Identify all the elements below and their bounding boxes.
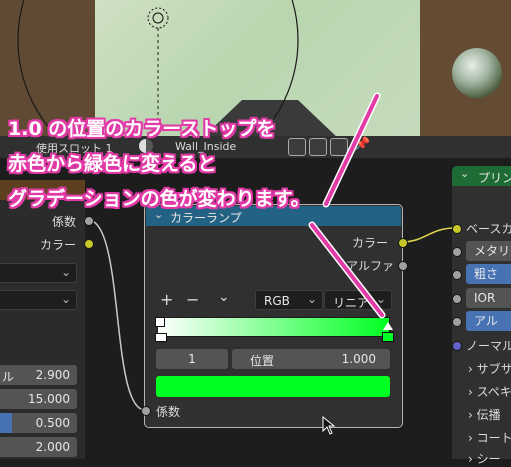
- annotation-arrow: [308, 92, 386, 319]
- annotation-line-3: グラデーションの色が変わります。: [8, 188, 310, 210]
- annotation-line-2: 赤色から緑色に変えると: [8, 153, 217, 175]
- annotation-line-1: 1.0 の位置のカラーストップを: [8, 118, 276, 140]
